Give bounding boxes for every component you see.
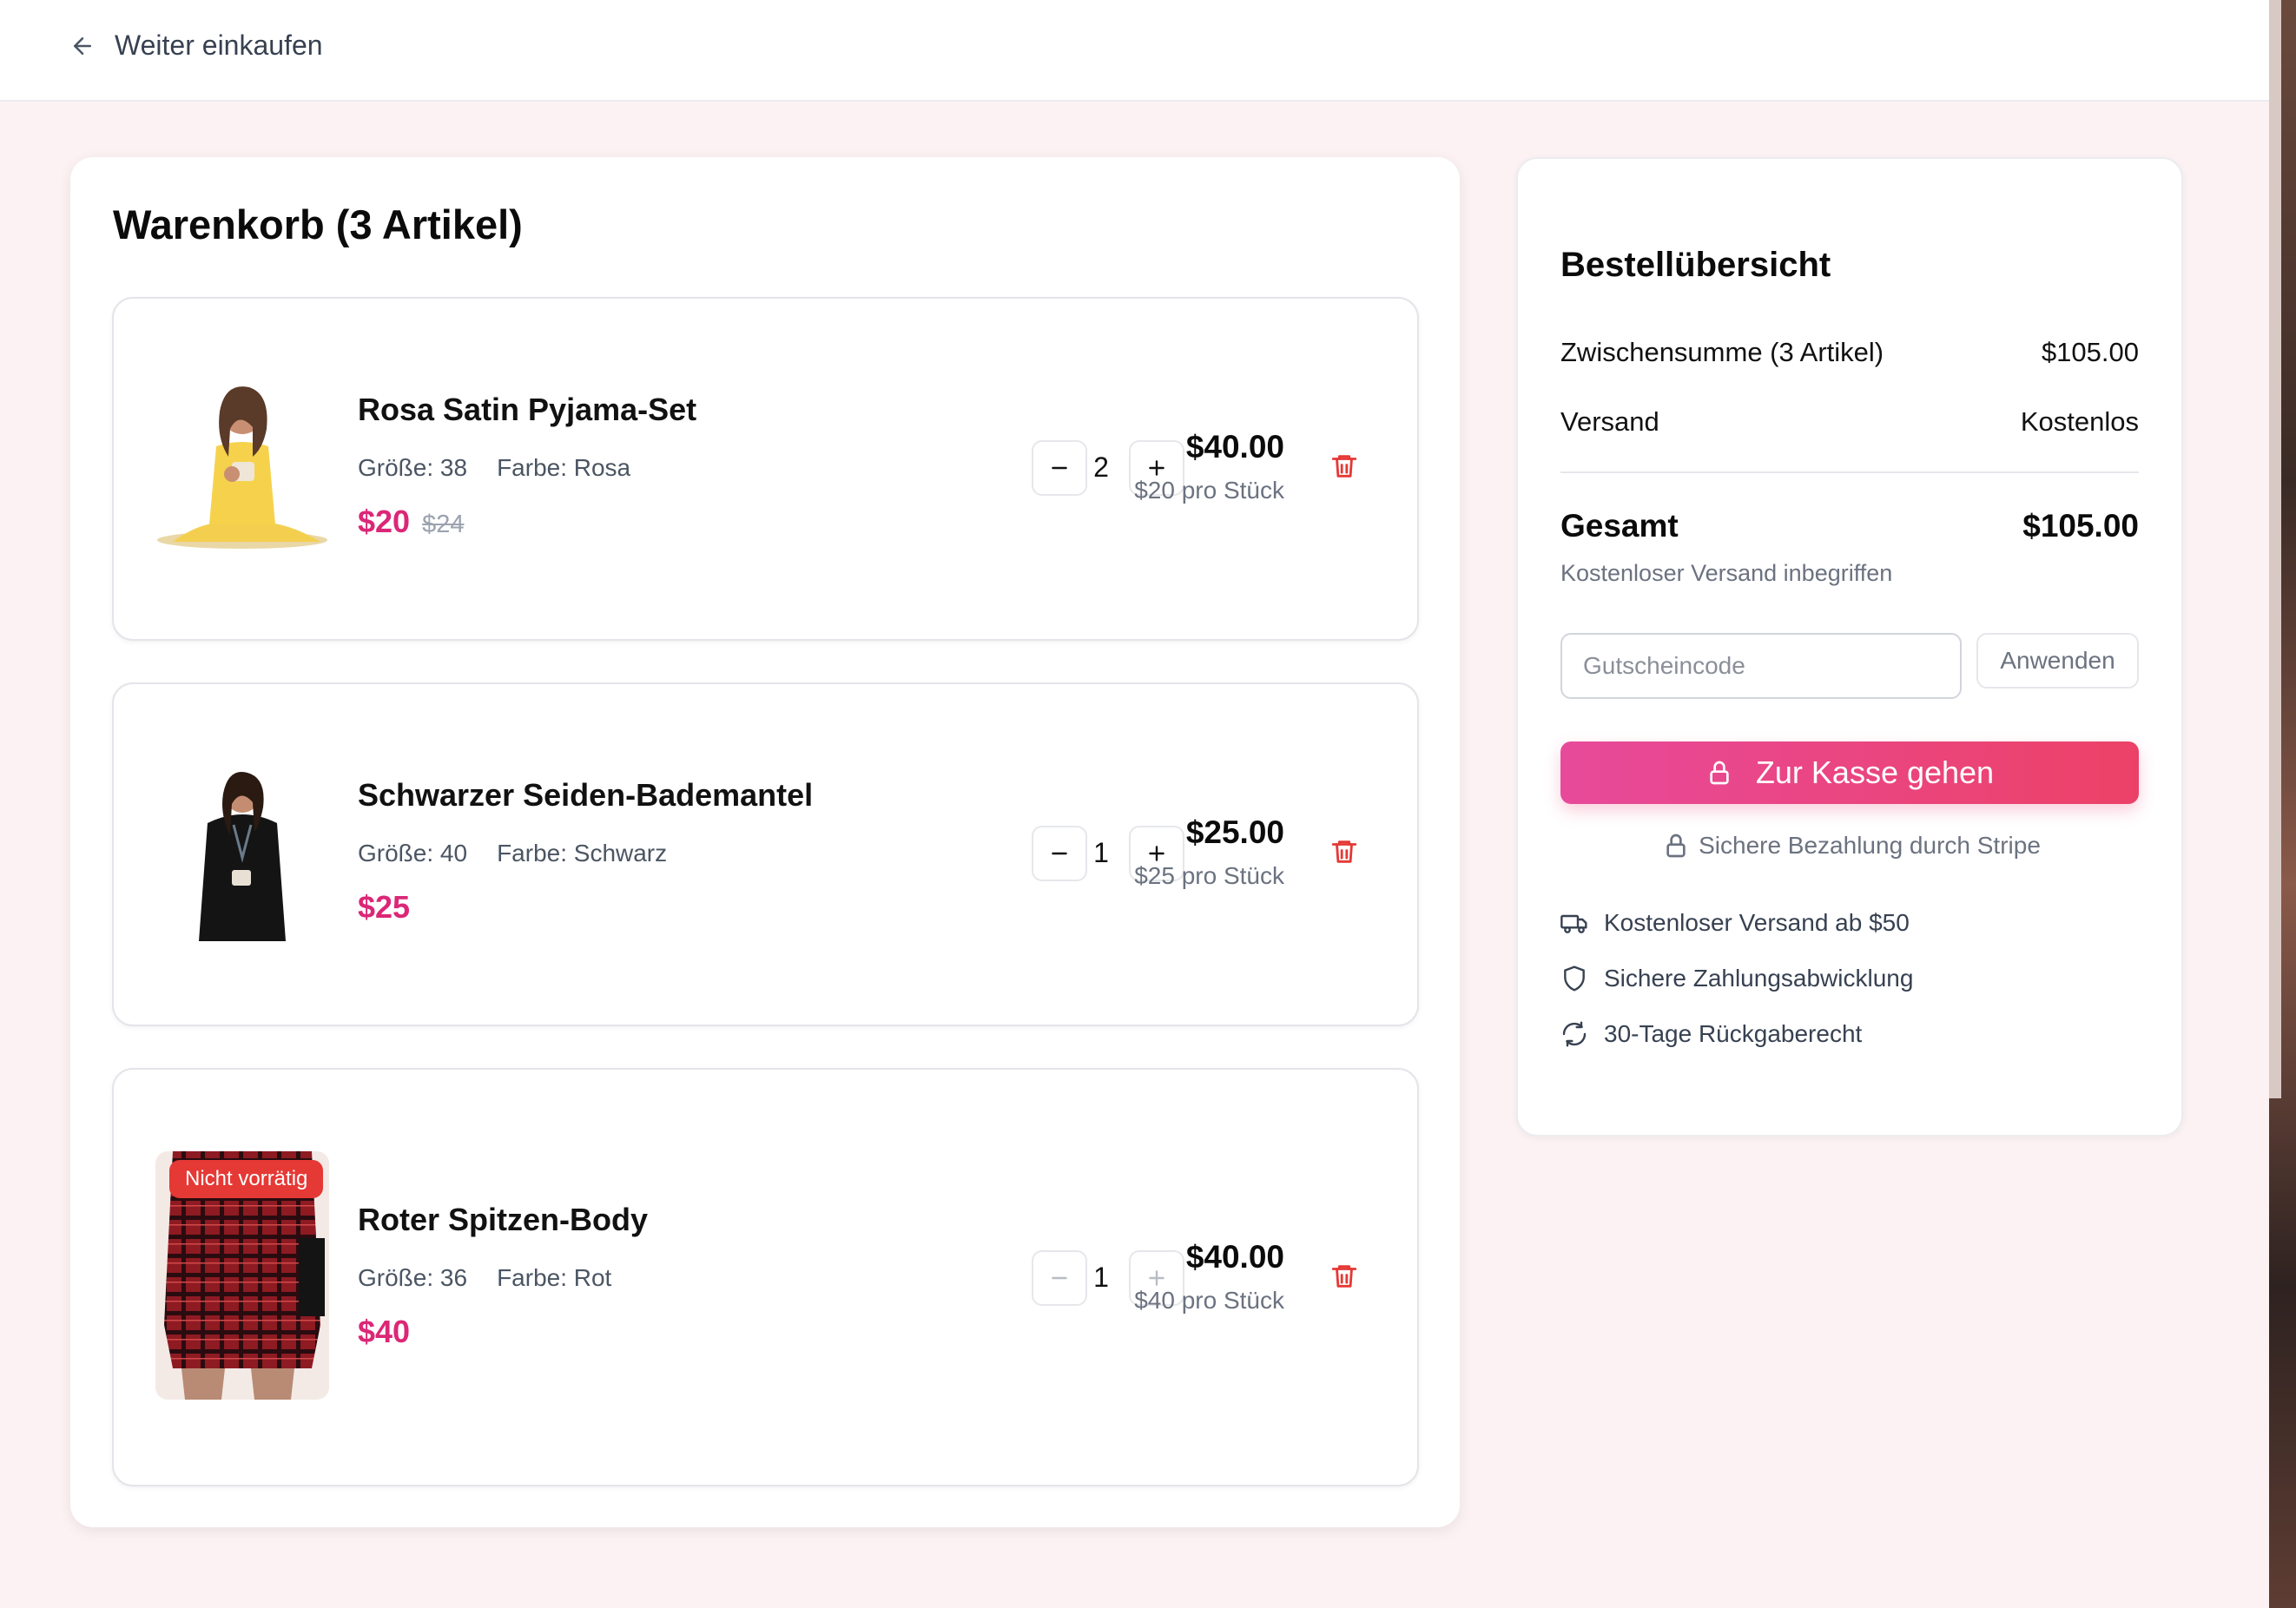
scrollbar[interactable]: [2269, 0, 2281, 1098]
total-value: $105.00: [2022, 508, 2139, 544]
product-meta: Größe: 36 Farbe: Rot: [358, 1264, 611, 1292]
product-price: $25: [358, 889, 410, 926]
shipping-value: Kostenlos: [2020, 406, 2139, 437]
minus-icon: [1052, 852, 1067, 855]
checkout-label: Zur Kasse gehen: [1755, 755, 1995, 790]
checkout-button[interactable]: Zur Kasse gehen: [1560, 741, 2139, 804]
product-color: Farbe: Rot: [497, 1264, 612, 1291]
feature-free-shipping: Kostenloser Versand ab $50: [1560, 909, 1910, 937]
cart-item: Schwarzer Seiden-Bademantel Größe: 40 Fa…: [112, 682, 1419, 1026]
feature-label: Kostenloser Versand ab $50: [1604, 909, 1910, 936]
truck-icon: [1560, 914, 1587, 933]
secure-payment-note: Sichere Bezahlung durch Stripe: [1518, 832, 2185, 860]
cart-item: Rosa Satin Pyjama-Set Größe: 38 Farbe: R…: [112, 297, 1419, 641]
current-price: $40: [358, 1314, 411, 1349]
continue-shopping-label: Weiter einkaufen: [115, 30, 323, 61]
out-of-stock-badge: Nicht vorrätig: [169, 1160, 324, 1198]
top-bar: Weiter einkaufen: [0, 0, 2269, 102]
product-color: Farbe: Rosa: [497, 454, 631, 481]
product-meta: Größe: 40 Farbe: Schwarz: [358, 840, 667, 867]
unit-price: $20 pro Stück: [1134, 477, 1284, 504]
old-price: $24: [422, 511, 465, 538]
continue-shopping-link[interactable]: Weiter einkaufen: [69, 30, 323, 62]
current-price: $20: [358, 504, 411, 539]
apply-coupon-button[interactable]: Anwenden: [1976, 633, 2139, 689]
cart-title: Warenkorb (3 Artikel): [113, 201, 523, 247]
line-total: $25.00: [1185, 814, 1284, 850]
product-image[interactable]: [155, 762, 329, 941]
subtotal-label: Zwischensumme (3 Artikel): [1560, 337, 1884, 367]
product-size: Größe: 40: [358, 840, 468, 867]
lock-icon: [1710, 761, 1729, 785]
feature-label: 30-Tage Rückgaberecht: [1604, 1020, 1863, 1047]
quantity-value: 1: [1093, 1262, 1109, 1293]
unit-price: $25 pro Stück: [1134, 862, 1284, 889]
product-size: Größe: 38: [358, 454, 468, 481]
shipping-row: Versand Kostenlos: [1560, 406, 2139, 438]
total-row: Gesamt $105.00: [1560, 508, 2139, 544]
product-meta: Größe: 38 Farbe: Rosa: [358, 454, 630, 482]
coupon-input[interactable]: [1560, 633, 1962, 699]
trash-icon[interactable]: [1329, 451, 1359, 481]
product-color: Farbe: Schwarz: [497, 840, 668, 867]
secure-payment-label: Sichere Bezahlung durch Stripe: [1699, 832, 2041, 859]
arrow-left-icon: [74, 36, 91, 55]
trash-icon[interactable]: [1329, 1262, 1359, 1291]
summary-title: Bestellübersicht: [1560, 246, 1831, 284]
refresh-icon: [1562, 1021, 1587, 1047]
feature-returns: 30-Tage Rückgaberecht: [1560, 1020, 1862, 1048]
product-name[interactable]: Schwarzer Seiden-Bademantel: [358, 777, 813, 814]
product-price: $40: [358, 1314, 410, 1350]
minus-icon: [1052, 1276, 1067, 1280]
line-total: $40.00: [1185, 1239, 1284, 1275]
quantity-value: 2: [1093, 451, 1109, 483]
order-summary-panel: Bestellübersicht Zwischensumme (3 Artike…: [1516, 157, 2183, 1137]
product-name[interactable]: Roter Spitzen-Body: [358, 1202, 648, 1238]
minus-icon: [1052, 466, 1067, 470]
current-price: $25: [358, 889, 411, 925]
line-total: $40.00: [1185, 429, 1284, 465]
product-name[interactable]: Rosa Satin Pyjama-Set: [358, 392, 696, 428]
subtotal-value: $105.00: [2041, 337, 2139, 367]
quantity-value: 1: [1093, 837, 1109, 868]
total-label: Gesamt: [1560, 508, 1679, 544]
product-price: $20 $24: [358, 504, 464, 540]
cart-panel: Warenkorb (3 Artikel) Rosa Satin Pyjama-…: [70, 157, 1460, 1527]
trash-icon[interactable]: [1329, 837, 1359, 867]
shipping-note: Kostenloser Versand inbegriffen: [1560, 560, 1893, 586]
cart-item: Nicht vorrätig Roter Spitzen-Body Größe:…: [112, 1068, 1419, 1486]
summary-divider: [1560, 471, 2139, 473]
subtotal-row: Zwischensumme (3 Artikel) $105.00: [1560, 337, 2139, 368]
feature-secure-payment: Sichere Zahlungsabwicklung: [1560, 965, 1913, 992]
shipping-label: Versand: [1560, 406, 1659, 437]
shield-icon: [1564, 965, 1585, 992]
unit-price: $40 pro Stück: [1134, 1287, 1284, 1314]
product-image[interactable]: [155, 377, 329, 550]
lock-icon: [1666, 834, 1686, 858]
product-size: Größe: 36: [358, 1264, 468, 1291]
feature-label: Sichere Zahlungsabwicklung: [1604, 965, 1914, 992]
